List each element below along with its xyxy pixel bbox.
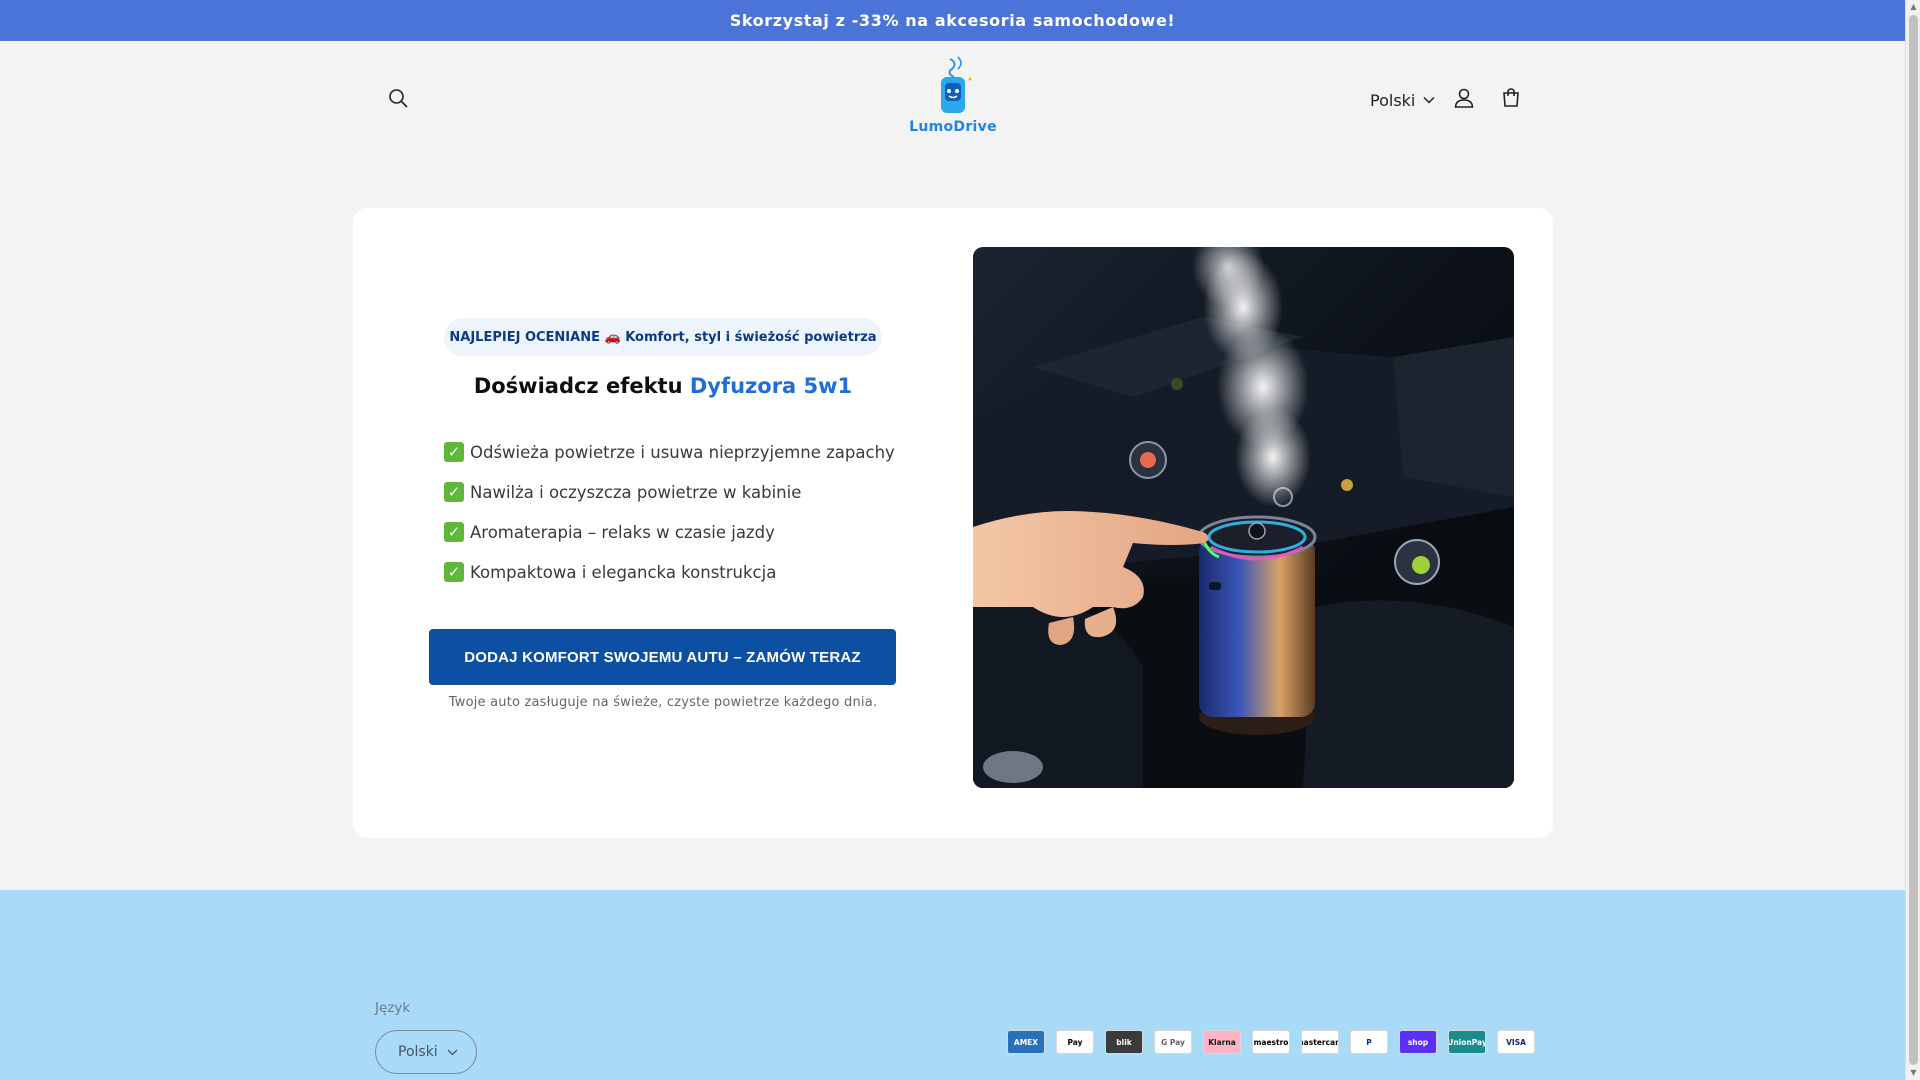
search-icon — [389, 89, 408, 108]
scrollbar[interactable]: ▲ ▼ — [1905, 0, 1920, 1080]
scroll-down-arrow-icon[interactable]: ▼ — [1909, 1068, 1918, 1077]
logo-icon — [941, 56, 972, 113]
payment-icon-visa-icon: VISA — [1497, 1030, 1535, 1054]
payment-icon-mastercard-icon: mastercard — [1301, 1030, 1339, 1054]
announcement-bar: Skorzystaj z -33% na akcesoria samochodo… — [0, 0, 1905, 41]
diffuser-illustration — [973, 247, 1514, 788]
cart-button[interactable] — [1491, 78, 1531, 118]
logo-text: LumoDrive — [909, 119, 997, 135]
product-image — [973, 247, 1514, 788]
feature-text: Aromaterapia – relaks w czasie jazdy — [470, 522, 775, 542]
language-selector[interactable]: Polski — [1370, 87, 1435, 113]
order-now-button[interactable]: DODAJ KOMFORT SWOJEMU AUTU – ZAMÓW TERAZ — [429, 629, 896, 685]
cta-subtext: Twoje auto zasługuje na świeże, czyste p… — [448, 695, 878, 710]
checkmark-icon: ✓ — [444, 482, 464, 502]
feature-item: ✓ Aromaterapia – relaks w czasie jazdy — [444, 520, 895, 544]
payment-icon-apple-pay-icon: Pay — [1056, 1030, 1094, 1054]
badge-text: NAJLEPIEJ OCENIANE 🚗 Komfort, styl i świ… — [449, 329, 877, 345]
site-header: LumoDrive Polski — [0, 41, 1905, 167]
hero-headline: Doświadcz efektu Dyfuzora 5w1 — [353, 374, 973, 398]
cart-icon — [1503, 88, 1519, 107]
payment-icon-maestro-icon: maestro — [1252, 1030, 1290, 1054]
feature-text: Odświeża powietrze i usuwa nieprzyjemne … — [470, 442, 895, 462]
feature-item: ✓ Odświeża powietrze i usuwa nieprzyjemne… — [444, 440, 895, 464]
feature-item: ✓ Nawilża i oczyszcza powietrze w kabinie — [444, 480, 895, 504]
chevron-down-icon — [447, 1049, 458, 1055]
site-footer: Język Polski AMEX Pay blik G Pay Klarna maest… — [0, 890, 1905, 1080]
feature-list: ✓ Odświeża powietrze i usuwa nieprzyjemne… — [444, 440, 895, 600]
checkmark-icon: ✓ — [444, 522, 464, 542]
payment-icon-klarna-icon: Klarna — [1203, 1030, 1241, 1054]
payment-icons: AMEX Payblik G Pay Klarna maestro mastercard P… — [1007, 1030, 1535, 1054]
payment-icon-american-express-icon: AMEX — [1007, 1030, 1045, 1054]
payment-icon-blik-icon: blik — [1105, 1030, 1143, 1054]
footer-language-value: Polski — [398, 1044, 438, 1060]
headline-accent: Dyfuzora 5w1 — [689, 374, 853, 398]
payment-icon-shop-pay-icon: shop — [1399, 1030, 1437, 1054]
announcement-text: Skorzystaj z -33% na akcesoria samochodo… — [729, 11, 1176, 30]
headline-prefix: Doświadcz efektu — [473, 374, 683, 398]
chevron-down-icon — [1423, 96, 1435, 104]
language-heading: Język — [375, 1000, 411, 1016]
payment-icon-google-pay-icon: G Pay — [1154, 1030, 1192, 1054]
user-icon — [1454, 88, 1474, 108]
checkmark-icon: ✓ — [444, 442, 464, 462]
search-button[interactable] — [378, 78, 418, 118]
account-button[interactable] — [1444, 78, 1484, 118]
hero-card: NAJLEPIEJ OCENIANE 🚗 Komfort, styl i świ… — [353, 208, 1553, 838]
scroll-up-arrow-icon[interactable]: ▲ — [1909, 2, 1918, 11]
scrollbar-thumb[interactable] — [1909, 15, 1918, 1065]
feature-text: Nawilża i oczyszcza powietrze w kabinie — [470, 482, 802, 502]
feature-item: ✓ Kompaktowa i elegancka konstrukcja — [444, 560, 895, 584]
checkmark-icon: ✓ — [444, 562, 464, 582]
language-label: Polski — [1370, 90, 1416, 110]
feature-text: Kompaktowa i elegancka konstrukcja — [470, 562, 777, 582]
rating-badge: NAJLEPIEJ OCENIANE 🚗 Komfort, styl i świ… — [444, 318, 882, 356]
payment-icon-unionpay-icon: UnionPay — [1448, 1030, 1486, 1054]
payment-icon-paypal-icon: P — [1350, 1030, 1388, 1054]
footer-language-select[interactable]: Polski — [375, 1030, 477, 1074]
logo[interactable]: LumoDrive — [906, 55, 1000, 135]
